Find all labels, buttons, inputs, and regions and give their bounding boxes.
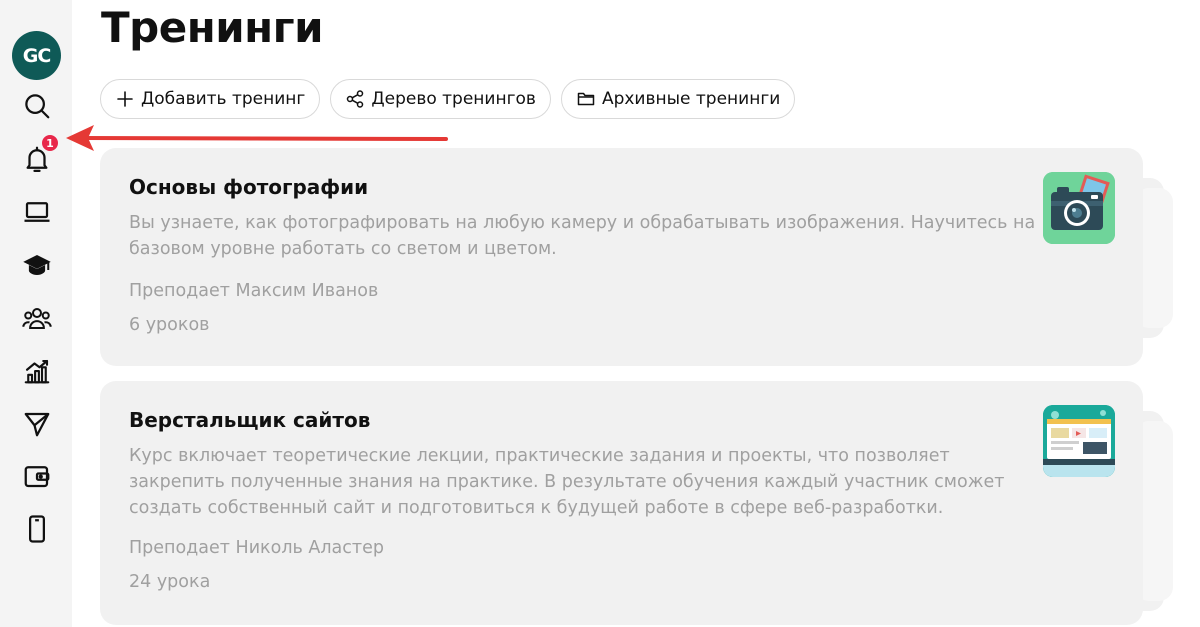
training-tree-label: Дерево тренингов <box>371 89 536 109</box>
training-description: Курс включает теоретические лекции, прак… <box>129 446 1005 518</box>
archived-trainings-label: Архивные тренинги <box>601 89 781 109</box>
page-title: Тренинги <box>101 3 324 52</box>
camera-icon <box>1043 172 1115 244</box>
share-tree-icon <box>347 90 364 108</box>
training-card-stack: Основы фотографии Вы узнаете, как фотогр… <box>100 148 1173 368</box>
laptop-icon[interactable] <box>20 195 54 229</box>
training-tree-button[interactable]: Дерево тренингов <box>330 79 551 119</box>
folder-icon <box>577 92 595 106</box>
training-card[interactable]: Основы фотографии Вы узнаете, как фотогр… <box>100 148 1143 366</box>
archived-trainings-button[interactable]: Архивные тренинги <box>560 79 796 119</box>
training-title[interactable]: Верстальщик сайтов <box>129 408 370 432</box>
add-training-label: Добавить тренинг <box>141 89 306 109</box>
training-description: Вы узнаете, как фотографировать на любую… <box>129 213 1036 259</box>
training-card[interactable]: Верстальщик сайтов Курс включает теорети… <box>100 381 1143 625</box>
search-icon[interactable] <box>20 89 54 123</box>
web-layout-icon <box>1043 405 1115 477</box>
phone-icon[interactable] <box>20 512 54 546</box>
training-teacher: Преподает Николь Аластер <box>129 538 384 558</box>
training-card-stack: Верстальщик сайтов Курс включает теорети… <box>100 381 1173 625</box>
plus-icon <box>117 91 133 107</box>
account-logo[interactable]: GC <box>12 31 61 80</box>
users-icon[interactable] <box>20 301 54 335</box>
add-training-button[interactable]: Добавить тренинг <box>100 79 321 119</box>
toolbar: Добавить тренинг Дерево тренингов Архивн… <box>100 79 796 119</box>
training-lessons: 6 уроков <box>129 315 210 335</box>
send-icon[interactable] <box>20 407 54 441</box>
wallet-icon[interactable] <box>20 459 54 493</box>
training-title[interactable]: Основы фотографии <box>129 175 368 199</box>
graduation-cap-icon[interactable] <box>20 248 54 282</box>
training-lessons: 24 урока <box>129 572 211 592</box>
training-teacher: Преподает Максим Иванов <box>129 281 379 301</box>
sidebar: GC 1 <box>0 0 72 627</box>
notification-badge: 1 <box>40 133 60 153</box>
chart-icon[interactable] <box>20 354 54 388</box>
